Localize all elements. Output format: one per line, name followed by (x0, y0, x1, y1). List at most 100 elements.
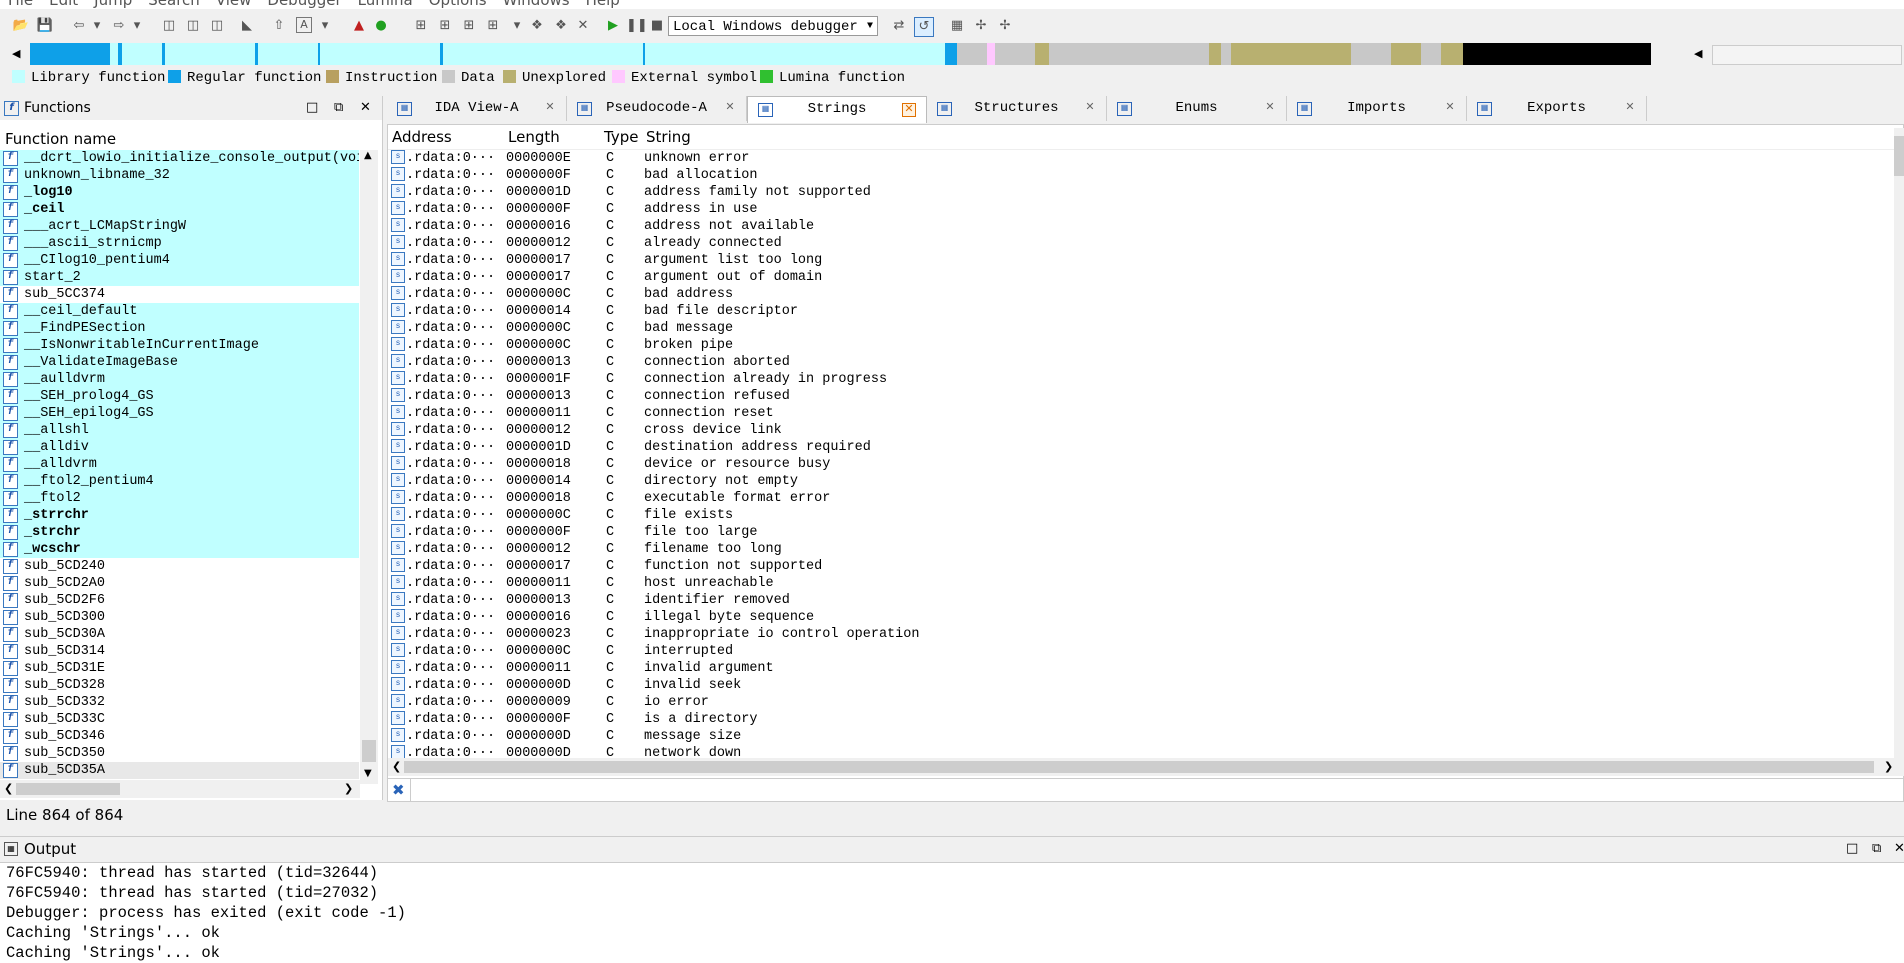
function-row[interactable]: f sub_5CD328 (0, 677, 359, 694)
tab-structures[interactable]: ▦ Structures ✕ (927, 96, 1107, 121)
maximize-icon[interactable]: □ (1846, 837, 1858, 861)
breakpoint-icon[interactable]: ▦ (948, 17, 966, 35)
debugger-select[interactable]: Local Windows debugger ▼ (668, 16, 878, 36)
string-row[interactable]: s .rdata:0··· 00000014 Cbad file descriptor (388, 303, 1903, 320)
length-column[interactable]: Length (508, 125, 560, 149)
menu-item-search[interactable]: Search (140, 0, 208, 9)
function-row[interactable]: f _strrchr (0, 507, 359, 524)
navigation-strip[interactable] (30, 43, 1690, 65)
menu-item-lumina[interactable]: Lumina (350, 0, 421, 9)
function-row[interactable]: f __alldvrm (0, 456, 359, 473)
function-row[interactable]: f ___acrt_LCMapStringW (0, 218, 359, 235)
string-row[interactable]: s .rdata:0··· 0000001F Cconnection already … (388, 371, 1903, 388)
function-row[interactable]: f __SEH_prolog4_GS (0, 388, 359, 405)
string-row[interactable]: s .rdata:0··· 0000000D Cinvalid seek (388, 677, 1903, 694)
string-row[interactable]: s .rdata:0··· 0000000C Cbad address (388, 286, 1903, 303)
close-icon[interactable]: ✕ (360, 96, 371, 120)
function-row[interactable]: f __allshl (0, 422, 359, 439)
string-row[interactable]: s .rdata:0··· 00000013 Cconnection aborted (388, 354, 1903, 371)
filter-input[interactable] (410, 779, 1901, 801)
function-row[interactable]: f sub_5CD346 (0, 728, 359, 745)
string-row[interactable]: s .rdata:0··· 00000012 Ccross device link (388, 422, 1903, 439)
string-row[interactable]: s .rdata:0··· 00000018 Cdevice or resource … (388, 456, 1903, 473)
function-row[interactable]: f sub_5CD2A0 (0, 575, 359, 592)
string-row[interactable]: s .rdata:0··· 00000017 Cargument out of dom… (388, 269, 1903, 286)
scroll-left-icon[interactable]: ❮ (392, 760, 401, 773)
string-row[interactable]: s .rdata:0··· 00000011 Cconnection reset (388, 405, 1903, 422)
close-icon[interactable]: ✕ (1894, 837, 1904, 861)
function-row[interactable]: f __ValidateImageBase (0, 354, 359, 371)
menu-item-edit[interactable]: Edit (41, 0, 86, 9)
string-row[interactable]: s .rdata:0··· 00000023 Cinappropriate io co… (388, 626, 1903, 643)
strings-vscroll[interactable] (1894, 128, 1904, 758)
string-row[interactable]: s .rdata:0··· 0000000F Cis a directory (388, 711, 1903, 728)
tab-strings[interactable]: ▦ Strings ✕ (747, 96, 927, 123)
back-icon[interactable]: ⇦ (70, 17, 88, 35)
text-icon[interactable]: A (296, 17, 312, 33)
restore-icon[interactable]: ⧉ (1872, 837, 1881, 861)
string-row[interactable]: s .rdata:0··· 0000000F Caddress in use (388, 201, 1903, 218)
string-row[interactable]: s .rdata:0··· 00000016 Cillegal byte sequen… (388, 609, 1903, 626)
debug-option2-icon[interactable]: ↺ (914, 17, 934, 37)
green-circle-icon[interactable]: ● (372, 17, 390, 35)
maximize-icon[interactable]: □ (306, 96, 318, 120)
trace-icon[interactable]: ✢ (972, 17, 990, 35)
chevron-down-icon[interactable]: ▾ (508, 17, 526, 35)
function-row[interactable]: f sub_5CD33C (0, 711, 359, 728)
graph3-icon[interactable]: ⊞ (460, 17, 478, 35)
function-row[interactable]: f sub_5CD240 (0, 558, 359, 575)
function-row[interactable]: f start_2 (0, 269, 359, 286)
type-column[interactable]: Type (604, 125, 638, 149)
navigation-band[interactable]: ◀ ◀ (0, 43, 1904, 65)
menu-item-help[interactable]: Help (578, 0, 628, 9)
tab-pseudocode-a[interactable]: ▦ Pseudocode-A ✕ (567, 96, 747, 121)
open-icon[interactable]: 📂 (12, 17, 30, 35)
close-icon[interactable]: ✕ (1264, 102, 1276, 114)
up-arrow-icon[interactable]: ⇧ (270, 17, 288, 35)
string-row[interactable]: s .rdata:0··· 0000001D Caddress family not … (388, 184, 1903, 201)
string-row[interactable]: s .rdata:0··· 00000017 Cargument list too l… (388, 252, 1903, 269)
function-row[interactable]: f __FindPESection (0, 320, 359, 337)
function-row[interactable]: f sub_5CD2F6 (0, 592, 359, 609)
nav-left-arrow-icon[interactable]: ◀ (12, 47, 20, 60)
function-row[interactable]: f sub_5CD35A (0, 762, 359, 779)
save-icon[interactable]: 💾 (36, 17, 54, 35)
string-row[interactable]: s .rdata:0··· 0000000C Cinterrupted (388, 643, 1903, 660)
menu-item-jump[interactable]: Jump (86, 0, 140, 9)
scroll-thumb[interactable] (16, 783, 120, 795)
function-row[interactable]: f sub_5CD332 (0, 694, 359, 711)
function-row[interactable]: f __alldiv (0, 439, 359, 456)
tab-exports[interactable]: ▦ Exports ✕ (1467, 96, 1647, 121)
string-row[interactable]: s .rdata:0··· 0000000E Cunknown error (388, 150, 1903, 167)
play-icon[interactable]: ▶ (604, 17, 622, 35)
string-row[interactable]: s .rdata:0··· 00000014 Cdirectory not empty (388, 473, 1903, 490)
function-row[interactable]: f sub_5CD31E (0, 660, 359, 677)
graph4-icon[interactable]: ⊞ (484, 17, 502, 35)
close-icon[interactable]: ✕ (1084, 102, 1096, 114)
function-row[interactable]: f sub_5CC374 (0, 286, 359, 303)
scroll-left-icon[interactable]: ❮ (4, 782, 13, 795)
tab-ida-view-a[interactable]: ▦ IDA View-A ✕ (387, 96, 567, 121)
tab-imports[interactable]: ▦ Imports ✕ (1287, 96, 1467, 121)
string-row[interactable]: s .rdata:0··· 0000000C Cbroken pipe (388, 337, 1903, 354)
string-column[interactable]: String (646, 125, 691, 149)
function-row[interactable]: f sub_5CD314 (0, 643, 359, 660)
chevron-down-icon[interactable]: ▾ (88, 17, 106, 35)
trace2-icon[interactable]: ✢ (996, 17, 1014, 35)
search-next-icon[interactable]: ◫ (208, 17, 226, 35)
function-row[interactable]: f ___ascii_strnicmp (0, 235, 359, 252)
close-icon[interactable]: ✕ (724, 102, 736, 114)
string-row[interactable]: s .rdata:0··· 00000018 Cexecutable format e… (388, 490, 1903, 507)
function-row[interactable]: f __IsNonwritableInCurrentImage (0, 337, 359, 354)
close-icon[interactable]: ✕ (544, 102, 556, 114)
function-row[interactable]: f __ceil_default (0, 303, 359, 320)
function-row[interactable]: f _log10 (0, 184, 359, 201)
menu-item-file[interactable]: File (0, 0, 41, 9)
debug-option-icon[interactable]: ⇄ (890, 17, 908, 35)
scroll-right-icon[interactable]: ❯ (344, 782, 353, 795)
string-row[interactable]: s .rdata:0··· 00000017 Cfunction not suppor… (388, 558, 1903, 575)
nav-scroll[interactable] (1712, 45, 1902, 65)
function-row[interactable]: f sub_5CD350 (0, 745, 359, 762)
function-row[interactable]: f _ceil (0, 201, 359, 218)
menu-item-windows[interactable]: Windows (495, 0, 578, 9)
